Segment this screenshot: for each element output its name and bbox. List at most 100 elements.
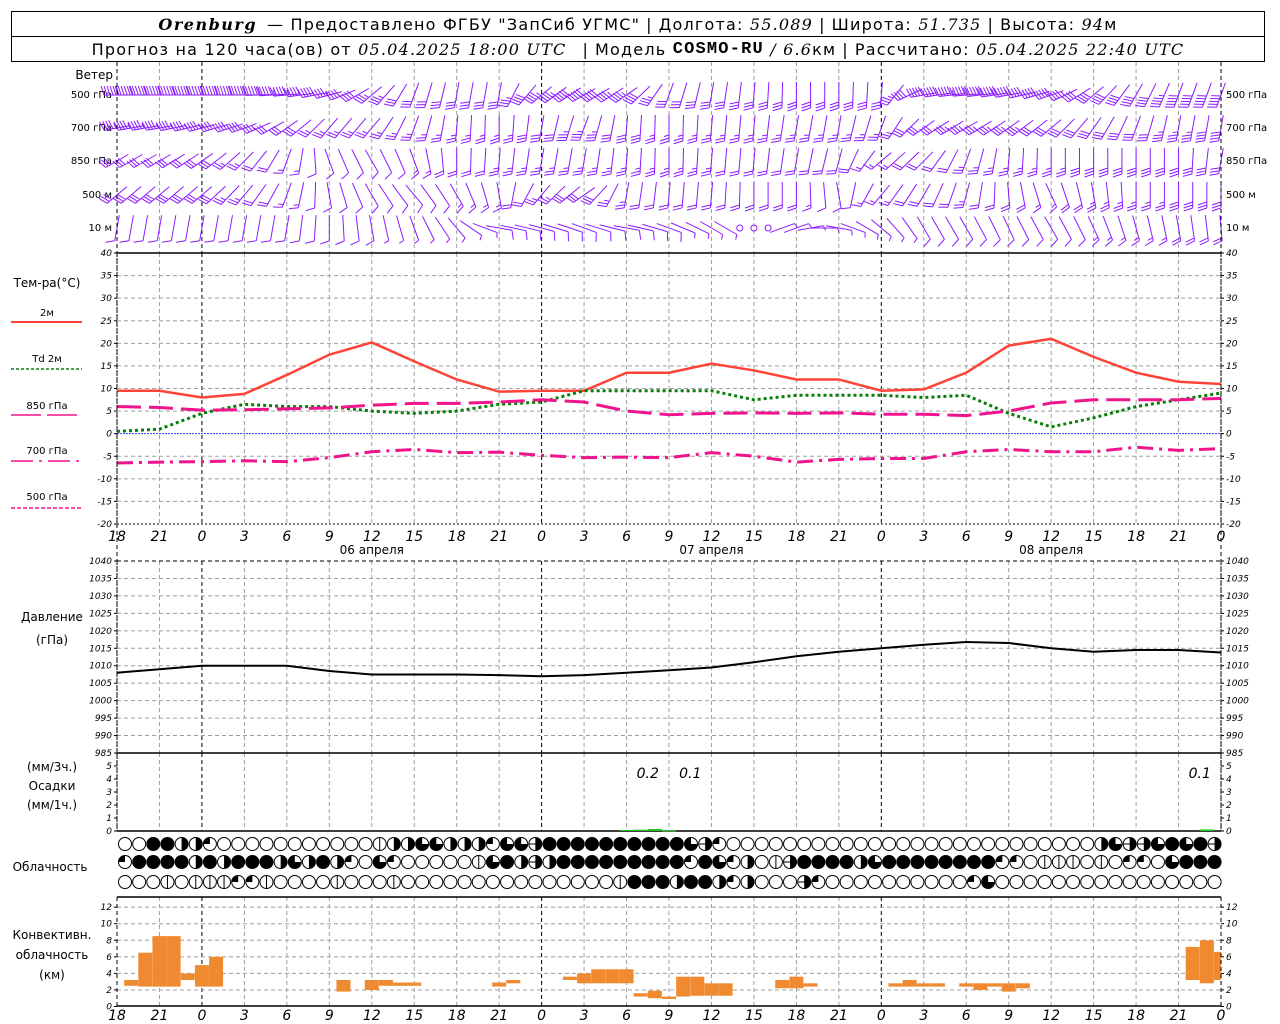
barb-feather: [687, 137, 697, 141]
barb-staff: [809, 181, 812, 209]
temp-tick-label-right: 0: [1226, 430, 1232, 440]
cloud-circle: [613, 855, 628, 869]
wind-barb-icon: [770, 115, 785, 144]
cloud-cover-icon: [316, 875, 331, 889]
barb-feather: [180, 85, 185, 96]
cloud-circle: [542, 875, 557, 889]
barb-feather: [443, 205, 451, 214]
barb-feather: [415, 140, 426, 142]
wind-barb-icon: [1185, 215, 1196, 246]
barb-half-feather: [705, 167, 711, 170]
barb-feather: [843, 104, 853, 109]
barb-half-feather: [721, 234, 724, 240]
convective-bar: [124, 980, 139, 986]
barb-feather: [1196, 170, 1206, 174]
convective-tick-label-left: 12: [101, 903, 113, 913]
barb-feather: [968, 170, 978, 172]
precip-bar: [647, 829, 662, 831]
barb-staff: [1113, 84, 1131, 106]
barb-half-feather: [319, 130, 326, 134]
cloud-circle: [500, 875, 515, 889]
barb-feather: [1027, 173, 1037, 178]
barb-feather: [320, 240, 330, 245]
barb-feather: [459, 107, 469, 110]
cloud-cover-icon: [316, 855, 331, 869]
time-tick-label: 21: [830, 529, 848, 545]
cloud-cover-icon: [1207, 837, 1222, 851]
pressure-tick-label-right: 1020: [1226, 627, 1249, 637]
barb-feather: [816, 207, 827, 213]
cloud-circle: [584, 855, 599, 869]
barb-feather: [600, 140, 611, 143]
barb-staff: [653, 114, 656, 142]
cloud-cover-icon: [896, 837, 911, 851]
barb-feather: [857, 101, 867, 105]
wind-barb-icon: [1149, 82, 1170, 108]
convective-bar: [789, 976, 804, 989]
barb-feather: [773, 207, 783, 212]
barb-feather: [1056, 170, 1066, 175]
wind-barb-icon: [320, 215, 330, 245]
barb-feather: [659, 173, 670, 178]
convective-bar: [916, 983, 931, 987]
cloud-cover-icon: [542, 875, 557, 889]
wind-barb-icon: [715, 148, 728, 177]
convective-tick-label-right: 4: [1226, 969, 1232, 979]
barb-staff: [929, 150, 946, 172]
barb-feather: [743, 140, 753, 144]
cloud-cover-icon: [1023, 837, 1038, 851]
barb-feather: [700, 140, 711, 144]
barb-feather: [772, 107, 783, 112]
cloud-cover-icon: [174, 837, 189, 851]
cloud-circle: [1193, 837, 1208, 851]
cloud-cover-icon: [1122, 855, 1137, 869]
barb-staff: [638, 182, 644, 208]
wind-barb-icon: [953, 182, 971, 209]
cloud-circle: [853, 837, 868, 851]
cloud-cover-icon: [669, 855, 684, 869]
barb-half-feather: [832, 134, 838, 136]
cloud-mark: [478, 837, 486, 851]
barb-feather: [161, 240, 172, 243]
wind-barb-icon: [998, 148, 1011, 177]
barb-feather: [1112, 170, 1123, 175]
barb-feather: [1158, 240, 1168, 246]
barb-feather: [386, 135, 396, 138]
wind-barb-icon: [1158, 215, 1168, 246]
wind-barb-icon: [340, 117, 367, 139]
barb-feather: [530, 134, 541, 137]
cloud-cover-icon: [797, 855, 812, 869]
cloud-circle: [202, 855, 217, 869]
barb-staff: [723, 115, 728, 141]
barb-feather: [1169, 204, 1179, 209]
barb-staff: [766, 81, 770, 109]
barb-feather: [1091, 136, 1102, 140]
cloud-cover-icon: [627, 837, 642, 851]
barb-staff: [525, 115, 530, 141]
convective-bar: [605, 969, 620, 984]
cloud-circle: [768, 875, 783, 889]
barb-staff: [594, 115, 603, 141]
barb-feather: [228, 198, 239, 204]
cloud-circle: [570, 875, 585, 889]
cloud-cover-icon: [188, 837, 203, 851]
wind-barb-icon: [1112, 148, 1123, 178]
barb-feather: [460, 137, 471, 141]
barb-staff: [930, 216, 945, 240]
barb-staff: [653, 147, 656, 175]
barb-feather: [543, 137, 554, 139]
cloud-cover-icon: [401, 875, 415, 889]
barb-feather: [1153, 134, 1163, 137]
cloud-cover-icon: [882, 855, 897, 869]
cloud-mark: [245, 875, 253, 882]
wind-barb-icon: [743, 148, 756, 177]
barb-feather: [1056, 173, 1066, 178]
barb-staff: [1158, 82, 1170, 108]
wind-barb-icon: [938, 182, 957, 208]
wind-barb-icon: [700, 148, 714, 177]
wind-barb-icon: [597, 183, 619, 208]
pressure-tick-label-left: 1005: [89, 679, 112, 689]
barb-feather: [1064, 131, 1074, 137]
barb-feather: [1155, 207, 1165, 212]
barb-feather: [1064, 239, 1072, 247]
